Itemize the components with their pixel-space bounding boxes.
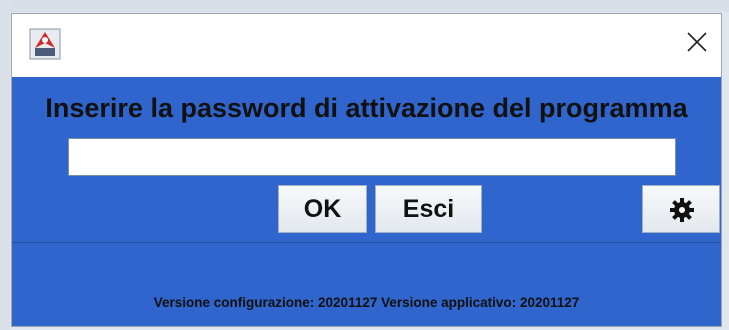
dialog-panel: Inserire la password di attivazione del …	[12, 77, 721, 326]
title-bar	[12, 14, 721, 77]
app-version-value: 20201127	[519, 295, 580, 310]
cancel-button[interactable]: Esci	[375, 185, 482, 233]
java-app-icon	[29, 28, 61, 60]
config-version-value: 20201127	[318, 295, 378, 310]
divider	[12, 242, 721, 243]
version-info: Versione configurazione: 20201127 Versio…	[12, 295, 721, 310]
gear-icon	[670, 198, 694, 222]
background-strip	[0, 0, 729, 12]
config-version-label: Versione configurazione:	[153, 295, 315, 310]
activation-dialog: Inserire la password di attivazione del …	[11, 13, 722, 327]
prompt-label: Inserire la password di attivazione del …	[45, 93, 688, 123]
settings-button[interactable]	[642, 185, 720, 233]
background-edge	[0, 0, 10, 330]
app-version-label: Versione applicativo:	[381, 295, 517, 310]
ok-button[interactable]: OK	[278, 185, 367, 233]
password-input[interactable]	[68, 138, 676, 176]
close-icon[interactable]	[683, 28, 711, 56]
